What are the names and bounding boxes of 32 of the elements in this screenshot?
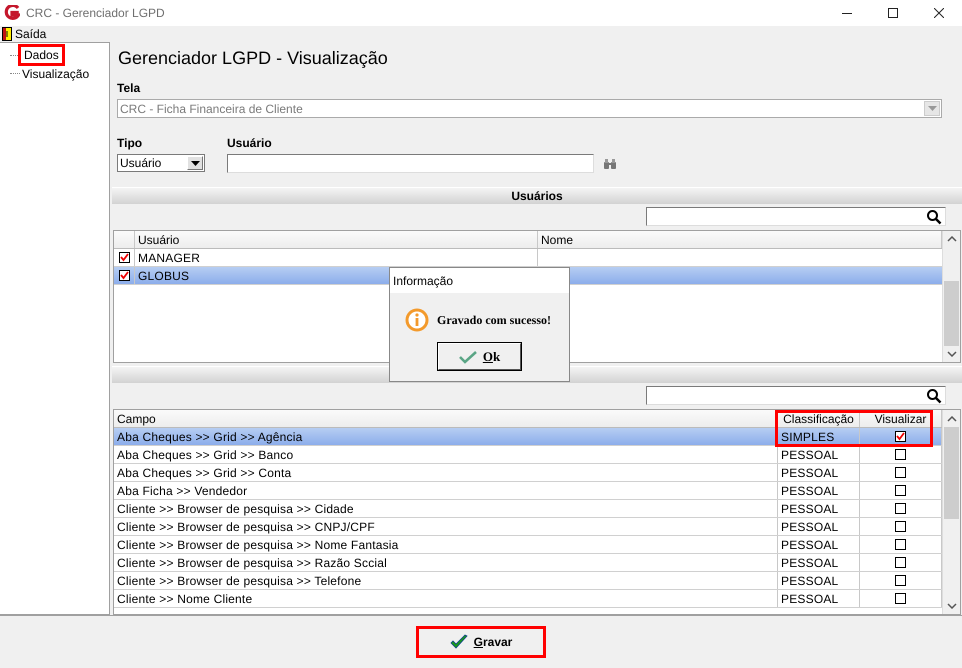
table-cell: Cliente >> Browser de pesquisa >> CNPJ/CPF: [114, 518, 778, 535]
table-cell: Aba Cheques >> Grid >> Conta: [114, 464, 778, 481]
column-header: Usuário: [135, 231, 538, 248]
field-label: Tipo: [117, 136, 144, 150]
column-header: Classificação: [778, 410, 860, 427]
dialog-title: Informação: [390, 268, 569, 293]
table-cell: Cliente >> Browser de pesquisa >> Nome Fantasia: [114, 536, 778, 553]
table-cell: PESSOAL: [778, 590, 860, 607]
table-cell: Cliente >> Nome Cliente: [114, 590, 778, 607]
table-cell: PESSOAL: [778, 518, 860, 535]
table-cell: PESSOAL: [778, 572, 860, 589]
table-cell: SIMPLES: [778, 428, 860, 445]
table-cell: PESSOAL: [778, 482, 860, 499]
section-header: Usuários: [112, 187, 962, 204]
table-cell: MANAGER: [135, 249, 538, 266]
column-header: Campo: [114, 410, 778, 427]
table-cell: PESSOAL: [778, 554, 860, 571]
table-cell: Cliente >> Browser de pesquisa >> Razão Sccial: [114, 554, 778, 571]
table-cell: Aba Ficha >> Vendedor: [114, 482, 778, 499]
field-label: Tela: [117, 81, 142, 95]
table-cell: PESSOAL: [778, 500, 860, 517]
table-cell: PESSOAL: [778, 446, 860, 463]
table-cell: PESSOAL: [778, 464, 860, 481]
window-title: CRC - Gerenciador LGPD: [26, 6, 166, 20]
table-cell: Cliente >> Browser de pesquisa >> Telefone: [114, 572, 778, 589]
field-label: Usuário: [227, 136, 273, 150]
table-cell: Aba Cheques >> Grid >> Banco: [114, 446, 778, 463]
table-cell: Cliente >> Browser de pesquisa >> Cidade: [114, 500, 778, 517]
dialog-message: Gravado com sucesso!: [437, 312, 551, 328]
table-cell: PESSOAL: [778, 536, 860, 553]
table-cell: Aba Cheques >> Grid >> Agência: [114, 428, 778, 445]
page-title: Gerenciador LGPD - Visualização: [118, 48, 389, 70]
